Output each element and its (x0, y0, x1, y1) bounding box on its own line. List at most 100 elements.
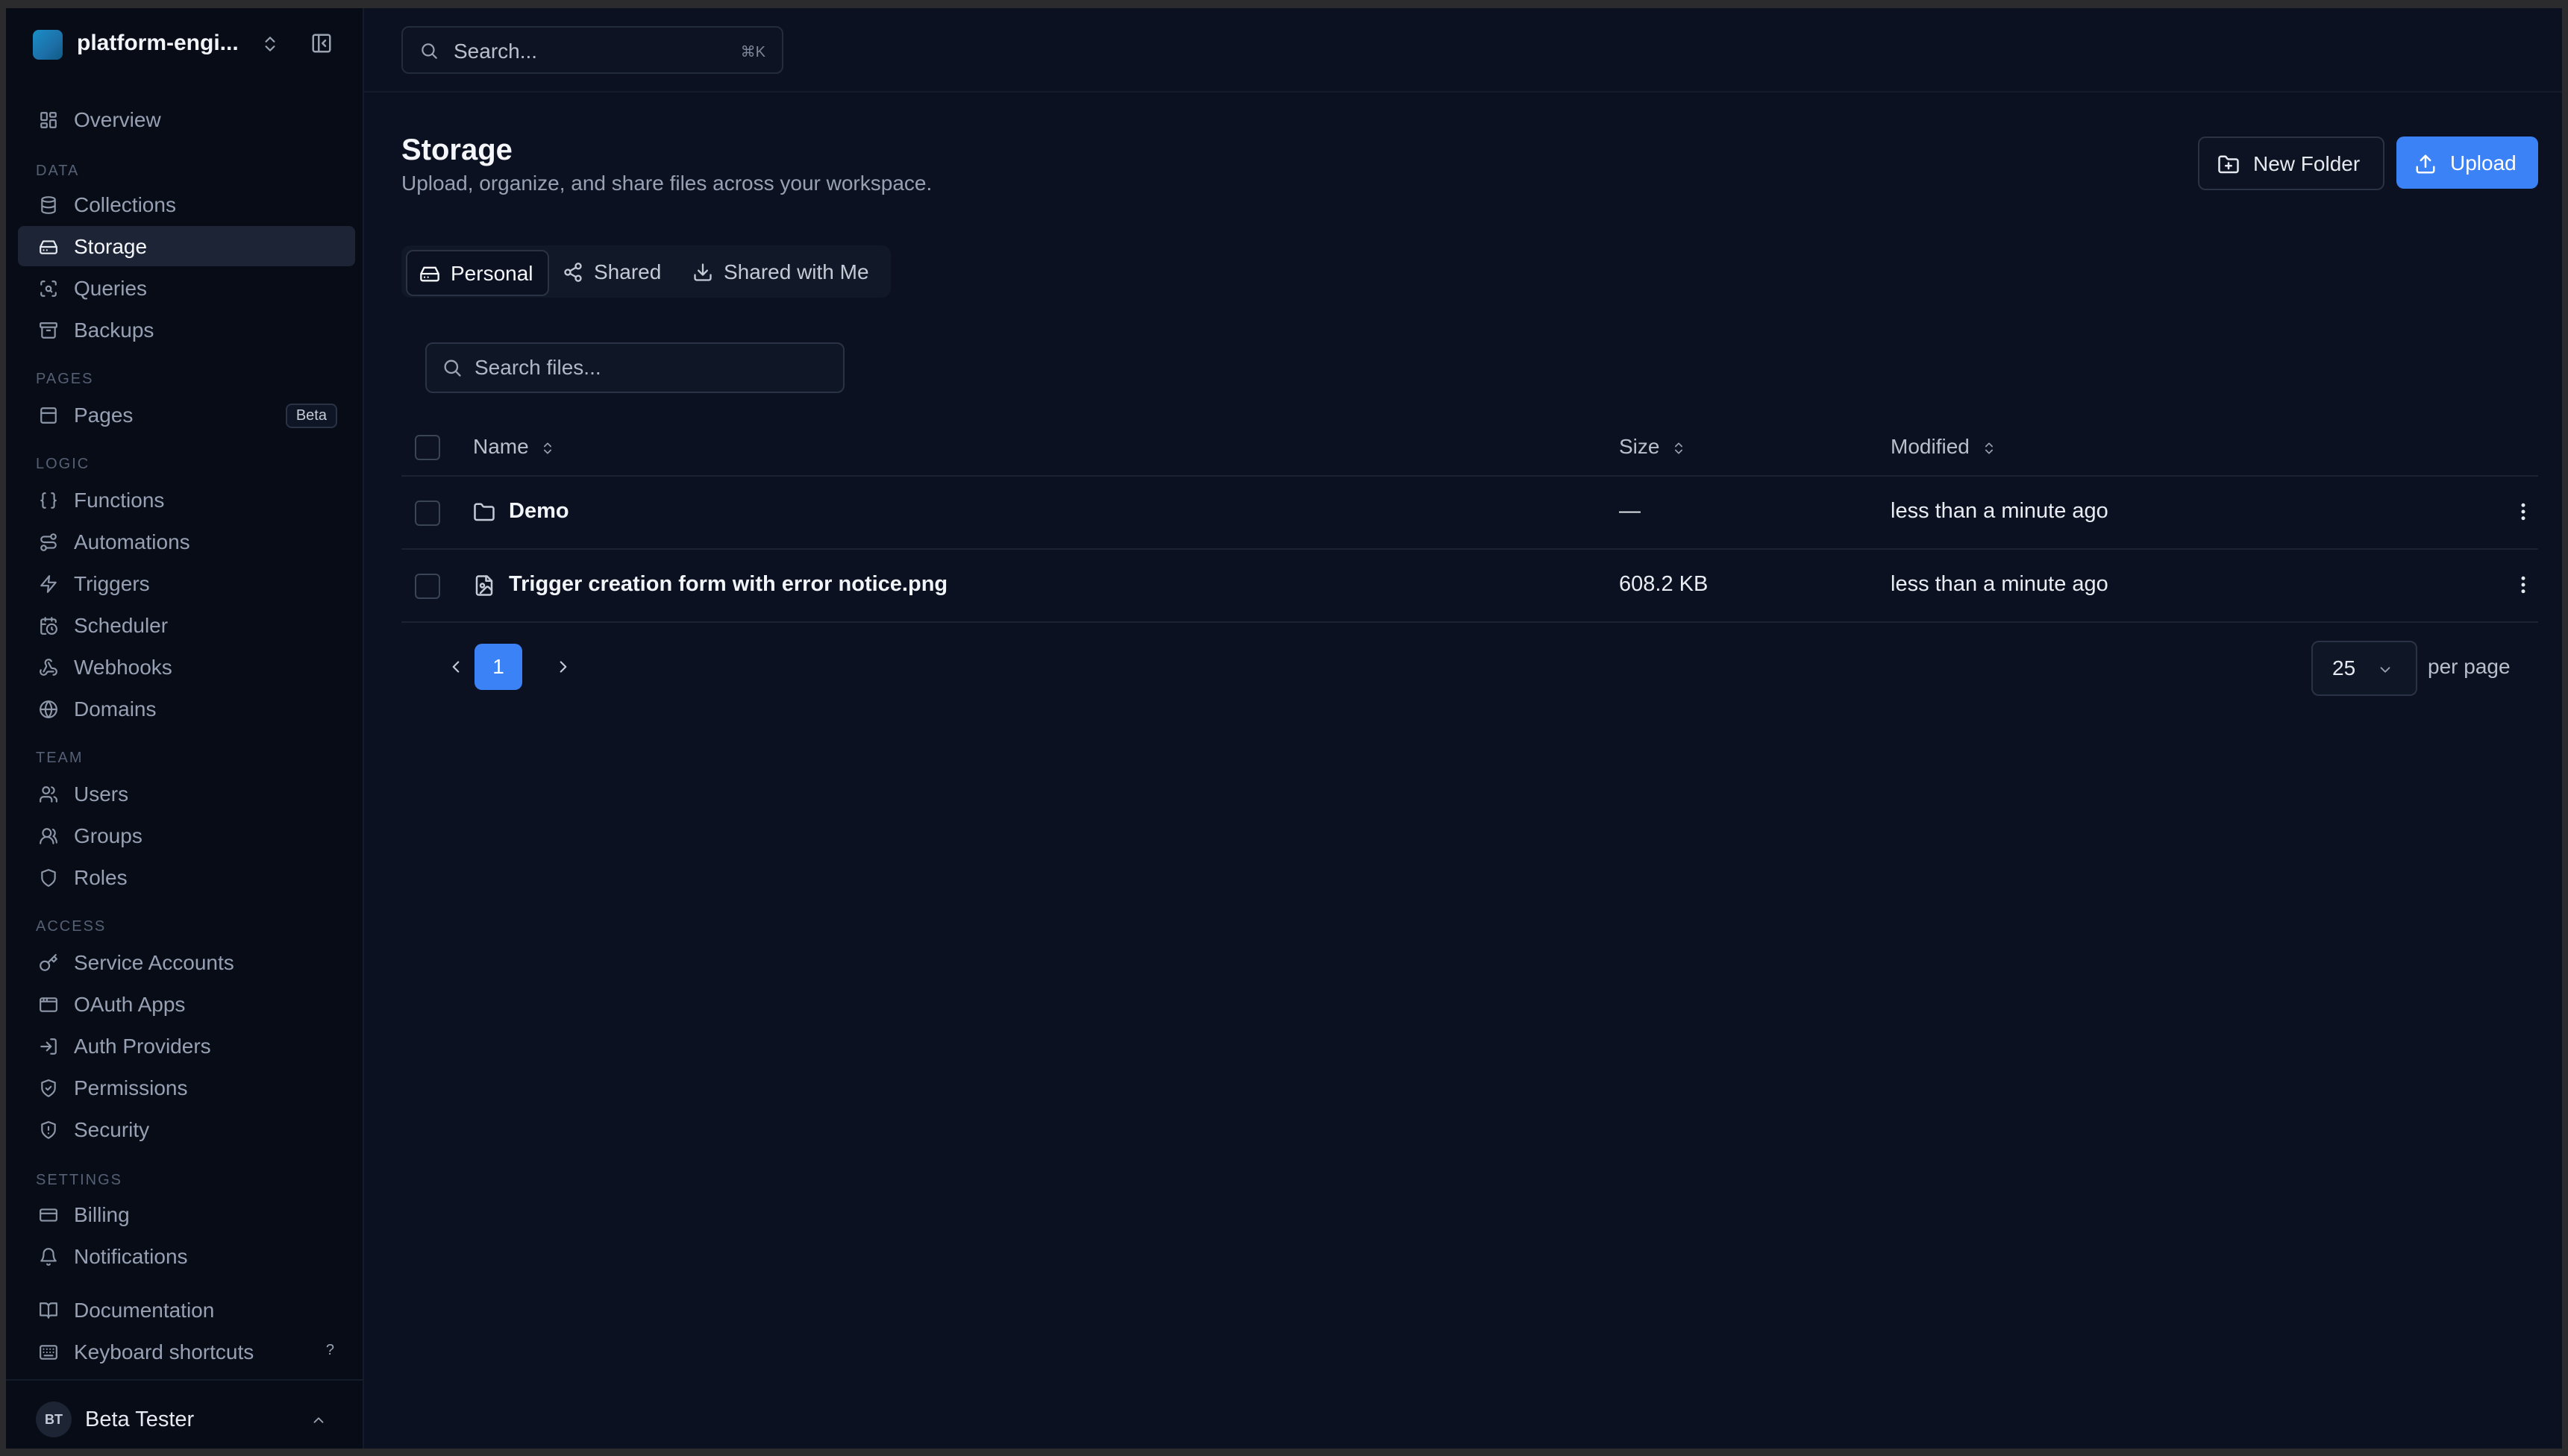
chevron-left-icon[interactable] (446, 657, 466, 677)
column-label: Modified (1891, 435, 1970, 458)
sidebar-item-triggers[interactable]: Triggers (18, 563, 355, 603)
page-number-button[interactable]: 1 (475, 644, 522, 690)
main-content: Search... ⌘K Storage Upload, organize, a… (364, 8, 2562, 1449)
sidebar-item-label: Groups (74, 824, 143, 847)
storage-tabs: Personal Shared Shared with Me (401, 245, 891, 298)
row-checkbox[interactable] (415, 501, 440, 526)
database-icon (39, 195, 58, 215)
column-header-size[interactable]: Size (1619, 435, 1686, 459)
search-icon (442, 357, 463, 378)
table-row[interactable]: Trigger creation form with error notice.… (401, 550, 2538, 623)
tab-personal[interactable]: Personal (406, 250, 549, 296)
sidebar-item-label: Security (74, 1118, 150, 1141)
sidebar-item-documentation[interactable]: Documentation (18, 1290, 355, 1330)
upload-icon (2414, 153, 2437, 175)
sidebar-item-users[interactable]: Users (18, 774, 355, 814)
tab-shared[interactable]: Shared (551, 250, 674, 293)
sidebar-item-service-accounts[interactable]: Service Accounts (18, 942, 355, 982)
workspace-logo (33, 30, 63, 60)
page-subtitle: Upload, organize, and share files across… (401, 172, 933, 195)
tab-label: Personal (451, 262, 533, 285)
user-name: Beta Tester (85, 1408, 195, 1431)
shortcut-hint: ? (325, 1342, 334, 1358)
workspace-switcher[interactable]: platform-engi... (6, 8, 363, 80)
sidebar-item-queries[interactable]: Queries (18, 268, 355, 308)
file-search-input[interactable]: Search files... (425, 342, 845, 393)
column-header-modified[interactable]: Modified (1891, 435, 1997, 459)
log-in-icon (39, 1037, 58, 1056)
sidebar-item-domains[interactable]: Domains (18, 688, 355, 729)
user-menu[interactable]: BT Beta Tester (6, 1379, 363, 1449)
sidebar-item-functions[interactable]: Functions (18, 480, 355, 520)
sidebar-item-label: Keyboard shortcuts (74, 1340, 254, 1364)
sidebar-item-label: Webhooks (74, 656, 172, 679)
globe-icon (39, 700, 58, 719)
per-page-select[interactable]: 25 (2311, 641, 2417, 696)
sidebar-item-security[interactable]: Security (18, 1109, 355, 1149)
per-page-label: per page (2428, 655, 2511, 678)
tab-label: Shared with Me (724, 260, 869, 283)
sidebar-item-webhooks[interactable]: Webhooks (18, 647, 355, 687)
table-row[interactable]: Demo — less than a minute ago (401, 477, 2538, 550)
sidebar-item-pages[interactable]: Pages Beta (18, 395, 355, 435)
more-vertical-icon[interactable] (2512, 501, 2534, 523)
shield-alert-icon (39, 1120, 58, 1140)
sidebar-item-roles[interactable]: Roles (18, 857, 355, 897)
sidebar-item-automations[interactable]: Automations (18, 521, 355, 562)
users-round-icon (39, 826, 58, 846)
hard-drive-icon (419, 263, 440, 284)
top-bar: Search... ⌘K (364, 8, 2562, 92)
sidebar-item-auth-providers[interactable]: Auth Providers (18, 1026, 355, 1066)
select-all-checkbox[interactable] (415, 435, 440, 460)
file-search-placeholder: Search files... (475, 356, 601, 379)
sidebar-item-label: Collections (74, 193, 176, 216)
hard-drive-icon (39, 237, 58, 257)
more-vertical-icon[interactable] (2512, 574, 2534, 596)
webhook-icon (39, 658, 58, 677)
sidebar-item-overview[interactable]: Overview (18, 99, 355, 139)
sidebar-item-groups[interactable]: Groups (18, 815, 355, 856)
sidebar-item-oauth-apps[interactable]: OAuth Apps (18, 984, 355, 1024)
sort-icon (540, 439, 555, 457)
tab-shared-with-me[interactable]: Shared with Me (680, 250, 886, 293)
layout-icon (39, 406, 58, 425)
section-label-team: TEAM (36, 750, 84, 766)
column-header-name[interactable]: Name (473, 435, 555, 459)
chevron-up-icon (310, 1412, 327, 1428)
chevron-right-icon[interactable] (554, 657, 573, 677)
folder-icon (473, 501, 495, 524)
upload-button[interactable]: Upload (2396, 136, 2538, 189)
per-page-value: 25 (2332, 656, 2356, 680)
row-checkbox[interactable] (415, 574, 440, 599)
new-folder-button[interactable]: New Folder (2198, 136, 2384, 190)
sidebar-item-label: Scheduler (74, 614, 169, 637)
sidebar: platform-engi... Overview DATA Collectio… (6, 8, 364, 1449)
share-icon (563, 262, 583, 283)
sidebar-item-scheduler[interactable]: Scheduler (18, 605, 355, 645)
sidebar-item-backups[interactable]: Backups (18, 310, 355, 350)
sidebar-item-keyboard-shortcuts[interactable]: Keyboard shortcuts ? (18, 1331, 355, 1372)
sidebar-item-label: Domains (74, 697, 157, 721)
file-name[interactable]: Trigger creation form with error notice.… (509, 572, 948, 597)
sidebar-item-storage[interactable]: Storage (18, 226, 355, 266)
global-search[interactable]: Search... ⌘K (401, 26, 783, 74)
upload-label: Upload (2450, 151, 2517, 175)
download-icon (692, 262, 713, 283)
sidebar-item-label: Functions (74, 489, 165, 512)
sidebar-item-collections[interactable]: Collections (18, 184, 355, 225)
sidebar-collapse-icon[interactable] (310, 32, 333, 54)
sidebar-item-permissions[interactable]: Permissions (18, 1067, 355, 1108)
scan-search-icon (39, 279, 58, 298)
sidebar-item-notifications[interactable]: Notifications (18, 1236, 355, 1276)
file-name[interactable]: Demo (509, 499, 569, 524)
sidebar-item-label: Billing (74, 1203, 130, 1226)
search-placeholder: Search... (454, 40, 538, 63)
chevrons-up-down-icon[interactable] (260, 32, 280, 56)
sidebar-item-billing[interactable]: Billing (18, 1194, 355, 1234)
bell-icon (39, 1247, 58, 1267)
shield-icon (39, 868, 58, 888)
sidebar-item-label: Automations (74, 530, 190, 553)
book-open-icon (39, 1301, 58, 1320)
column-label: Size (1619, 435, 1660, 458)
app-window-icon (39, 995, 58, 1014)
